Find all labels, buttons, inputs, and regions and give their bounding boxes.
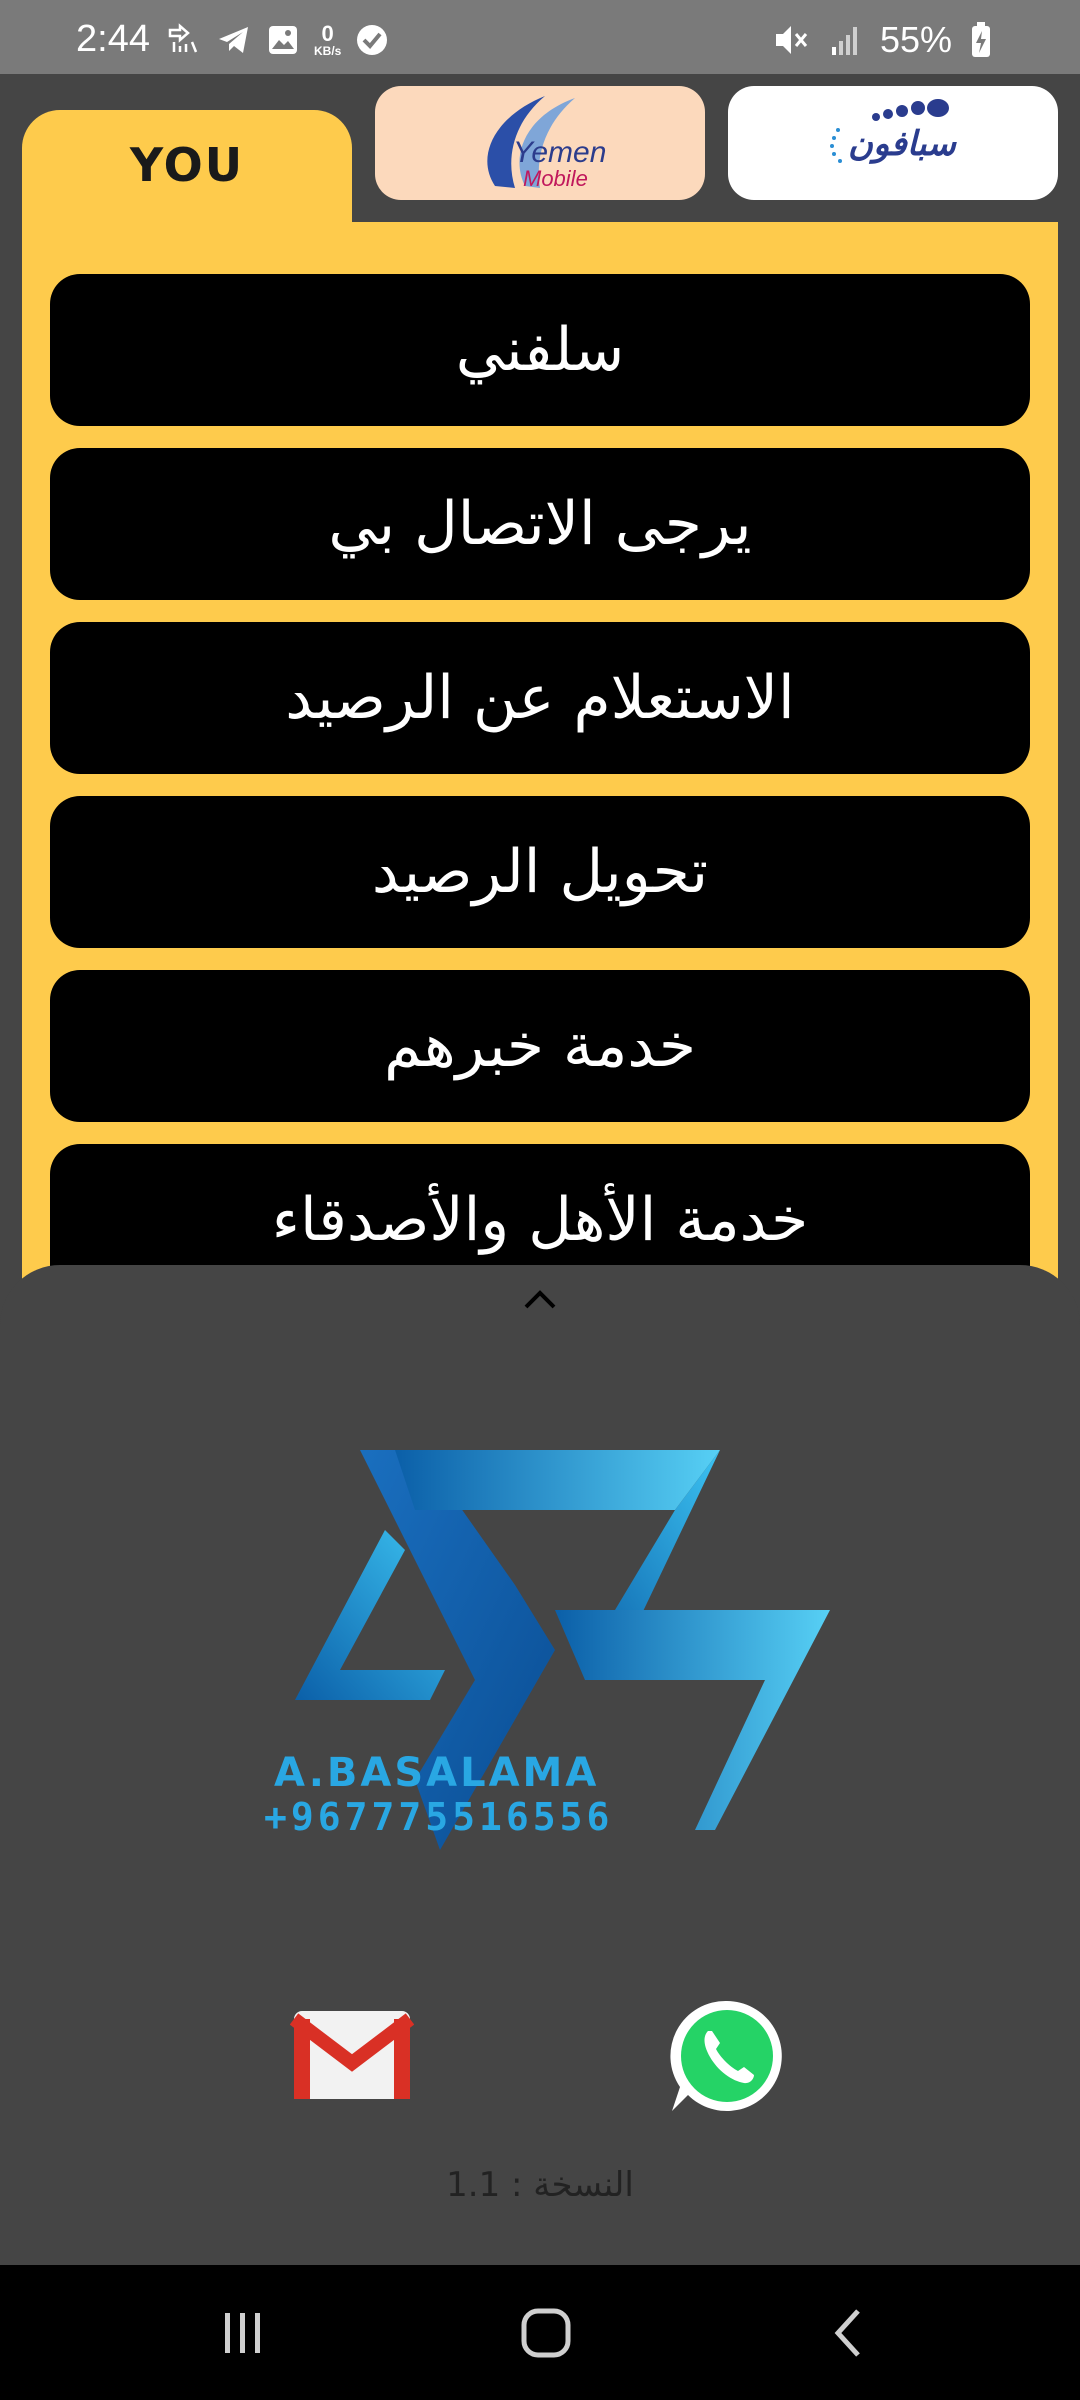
- logo-phone-text: +967775516556: [264, 1795, 614, 1839]
- operator-tab-bar: YOU Yemen Mobile سبافون: [0, 74, 1080, 230]
- bottom-sheet[interactable]: A.BASALAMA +967775516556 النسخة : 1.1: [0, 1265, 1080, 2265]
- salafni-button[interactable]: سلفني: [50, 274, 1030, 426]
- mute-icon: [772, 22, 810, 58]
- gallery-icon: [266, 23, 300, 57]
- status-bar: 2:44 0 KB/s 55%: [0, 0, 1080, 74]
- gmail-icon[interactable]: [289, 2005, 415, 2105]
- balance-inquiry-button[interactable]: الاستعلام عن الرصيد: [50, 622, 1030, 774]
- services-panel: سلفني يرجى الاتصال بي الاستعلام عن الرصي…: [22, 222, 1058, 1322]
- chevron-up-icon[interactable]: [520, 1285, 560, 1315]
- tab-yemen-mobile[interactable]: Yemen Mobile: [375, 86, 705, 200]
- mobile-logo-text: Mobile: [523, 166, 588, 191]
- tab-sabafon[interactable]: سبافون: [728, 86, 1058, 200]
- status-icons-right: 55%: [772, 19, 992, 60]
- battery-charging-icon: [970, 21, 992, 59]
- call-forwarding-icon: [166, 22, 202, 58]
- balance-transfer-button[interactable]: تحويل الرصيد: [50, 796, 1030, 948]
- call-me-button[interactable]: يرجى الاتصال بي: [50, 448, 1030, 600]
- status-icons-left: 0 KB/s: [166, 22, 389, 58]
- tab-you[interactable]: YOU: [22, 110, 352, 230]
- net-speed-value: 0: [321, 21, 334, 46]
- navigation-bar: [0, 2265, 1080, 2400]
- status-time: 2:44: [76, 18, 150, 60]
- net-speed-unit: KB/s: [314, 44, 342, 58]
- back-icon[interactable]: [768, 2265, 928, 2400]
- tab-you-label: YOU: [129, 138, 245, 192]
- check-circle-icon: [355, 23, 389, 57]
- yemen-logo-text: Yemen: [513, 136, 607, 169]
- battery-percent: 55%: [879, 19, 952, 60]
- sabafon-logo-text: سبافون: [848, 124, 956, 164]
- home-icon[interactable]: [466, 2265, 626, 2400]
- khabarhum-service-button[interactable]: خدمة خبرهم: [50, 970, 1030, 1122]
- logo-name-text: A.BASALAMA: [274, 1750, 600, 1796]
- telegram-icon: [216, 22, 252, 58]
- recent-apps-icon[interactable]: [163, 2265, 323, 2400]
- whatsapp-icon[interactable]: [666, 1995, 788, 2117]
- signal-icon: [828, 23, 862, 57]
- net-speed: 0 KB/s: [314, 21, 342, 58]
- app-version: النسخة : 1.1: [446, 2165, 634, 2205]
